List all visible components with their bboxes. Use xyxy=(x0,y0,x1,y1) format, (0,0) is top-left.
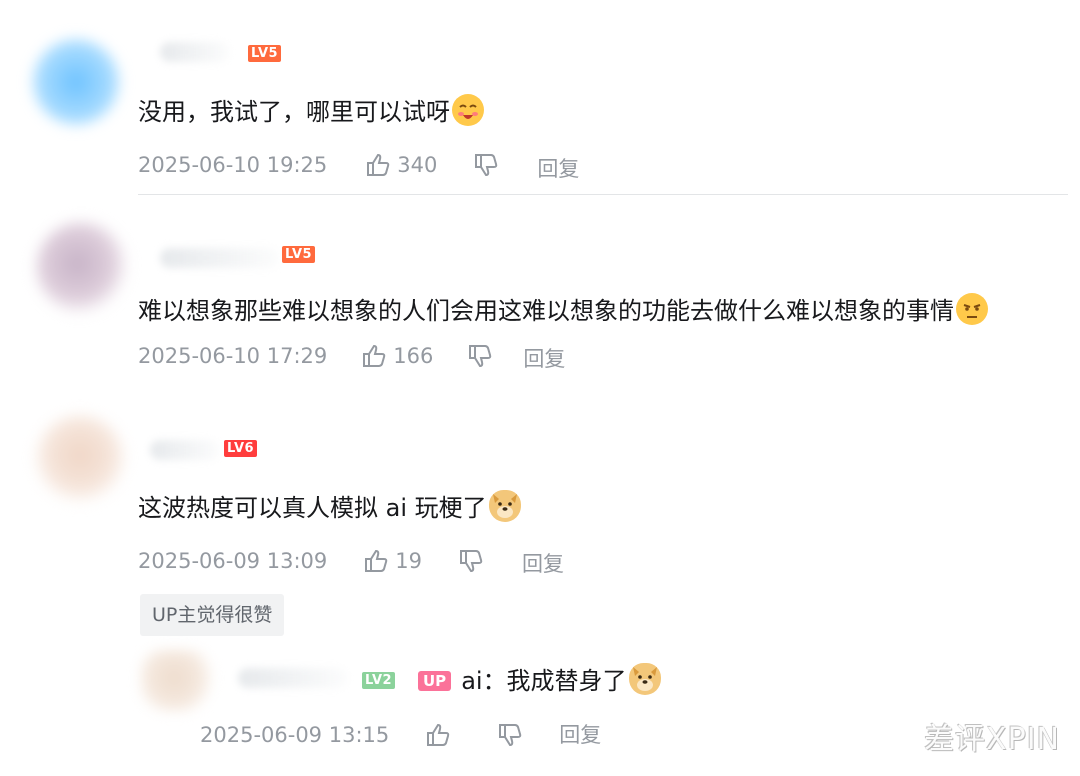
thumbs-up-icon[interactable] xyxy=(361,343,387,369)
username-blurred[interactable] xyxy=(160,248,280,268)
thumbs-down-icon[interactable] xyxy=(497,722,523,748)
level-badge: LV5 xyxy=(248,45,282,62)
thumbs-down-icon[interactable] xyxy=(467,343,493,369)
comment-meta: 2025-06-10 17:29 166 回复 xyxy=(138,340,565,372)
comment-meta: 2025-06-09 13:09 19 回复 xyxy=(138,545,564,577)
user-avatar[interactable] xyxy=(28,36,124,128)
comment-date: 2025-06-10 19:25 xyxy=(138,153,328,177)
reply-button[interactable]: 回复 xyxy=(537,156,579,182)
username-blurred[interactable] xyxy=(160,42,230,62)
level-badge: LV2 xyxy=(362,672,396,689)
comment-date: 2025-06-09 13:09 xyxy=(138,549,328,573)
thumbs-down-icon[interactable] xyxy=(458,548,484,574)
like-count: 340 xyxy=(397,153,438,177)
reply-date: 2025-06-09 13:15 xyxy=(200,723,390,747)
comment-text: 没用，我试了，哪里可以试呀 xyxy=(138,94,484,128)
comment-divider xyxy=(138,194,1068,195)
reply-button[interactable]: 回复 xyxy=(559,722,601,748)
thinking-emoji xyxy=(956,293,988,325)
user-avatar[interactable] xyxy=(36,222,128,314)
username-blurred[interactable] xyxy=(150,440,220,460)
username-blurred[interactable] xyxy=(238,668,348,688)
thumbs-down-icon[interactable] xyxy=(473,152,499,178)
level-badge: LV5 xyxy=(282,246,316,263)
thumbs-up-icon[interactable] xyxy=(425,722,451,748)
reply-meta: 2025-06-09 13:15 回复 xyxy=(200,722,601,748)
reply-button[interactable]: 回复 xyxy=(522,551,564,577)
reply-button[interactable]: 回复 xyxy=(523,346,565,372)
like-count: 19 xyxy=(395,549,422,573)
comment-text: 难以想象那些难以想象的人们会用这难以想象的功能去做什么难以想象的事情 xyxy=(138,293,988,327)
like-count: 166 xyxy=(393,344,434,368)
up-liked-tag: UP主觉得很赞 xyxy=(140,594,285,636)
up-badge: UP xyxy=(418,671,452,691)
comment-date: 2025-06-10 17:29 xyxy=(138,344,328,368)
doge-emoji xyxy=(628,663,661,695)
level-badge: LV6 xyxy=(224,440,258,457)
comment-text: 这波热度可以真人模拟 ai 玩梗了 xyxy=(138,490,521,524)
comment-meta: 2025-06-10 19:25 340 回复 xyxy=(138,148,579,182)
thumbs-up-icon[interactable] xyxy=(365,152,391,178)
reply-text: UP ai：我成替身了 xyxy=(418,663,661,697)
reply-user-avatar[interactable] xyxy=(140,650,216,712)
doge-emoji xyxy=(488,490,521,522)
watermark: 差评XPIN xyxy=(924,722,1060,757)
user-avatar[interactable] xyxy=(34,415,126,505)
thumbs-up-icon[interactable] xyxy=(363,548,389,574)
blush-emoji xyxy=(452,94,484,126)
